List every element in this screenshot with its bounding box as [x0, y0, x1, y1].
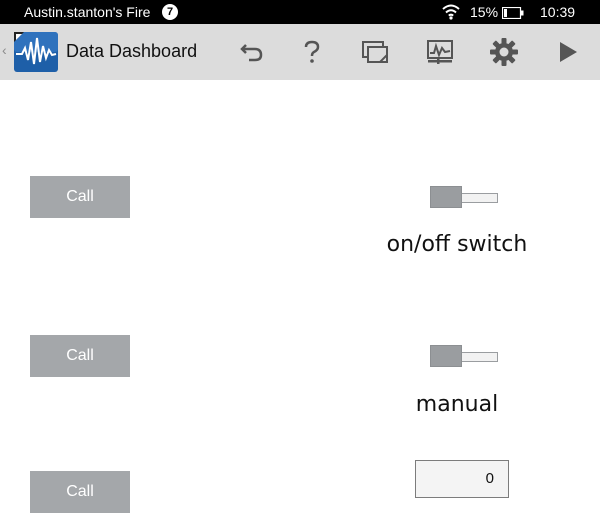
on-off-switch-label: on/off switch	[386, 232, 528, 257]
battery-percent: 15%	[470, 4, 499, 20]
app-logo-icon[interactable]	[12, 30, 60, 74]
manual-switch[interactable]	[430, 345, 498, 369]
help-icon	[304, 40, 320, 63]
wifi-icon	[442, 4, 460, 20]
switch-track	[460, 193, 498, 203]
numeric-display: 0	[415, 460, 509, 498]
call-button-1[interactable]: Call	[30, 176, 130, 218]
call-button-2[interactable]: Call	[30, 335, 130, 377]
settings-button[interactable]	[484, 32, 524, 72]
undo-button[interactable]	[232, 32, 272, 72]
help-button[interactable]	[292, 32, 332, 72]
manual-switch-label: manual	[415, 392, 499, 417]
switch-thumb[interactable]	[430, 186, 462, 208]
call-button-3[interactable]: Call	[30, 471, 130, 513]
chart-button[interactable]	[420, 32, 460, 72]
switch-track	[460, 352, 498, 362]
gear-icon	[490, 38, 518, 66]
copy-icon	[362, 41, 388, 63]
switch-thumb[interactable]	[430, 345, 462, 367]
play-icon	[560, 42, 577, 62]
device-name: Austin.stanton's Fire	[24, 4, 151, 20]
app-title: Data Dashboard	[66, 41, 198, 61]
copy-button[interactable]	[355, 32, 395, 72]
clock: 10:39	[540, 4, 576, 20]
action-bar: ‹ Data Dashboard	[0, 24, 600, 80]
notification-badge: 7	[162, 4, 178, 20]
on-off-switch[interactable]	[430, 186, 498, 210]
status-bar: Austin.stanton's Fire 7 15% 10:39	[0, 0, 600, 24]
chart-icon	[427, 40, 453, 64]
undo-icon	[240, 44, 263, 62]
back-chevron-icon[interactable]: ‹	[2, 42, 7, 58]
battery-icon	[501, 6, 524, 20]
run-button[interactable]	[548, 32, 588, 72]
